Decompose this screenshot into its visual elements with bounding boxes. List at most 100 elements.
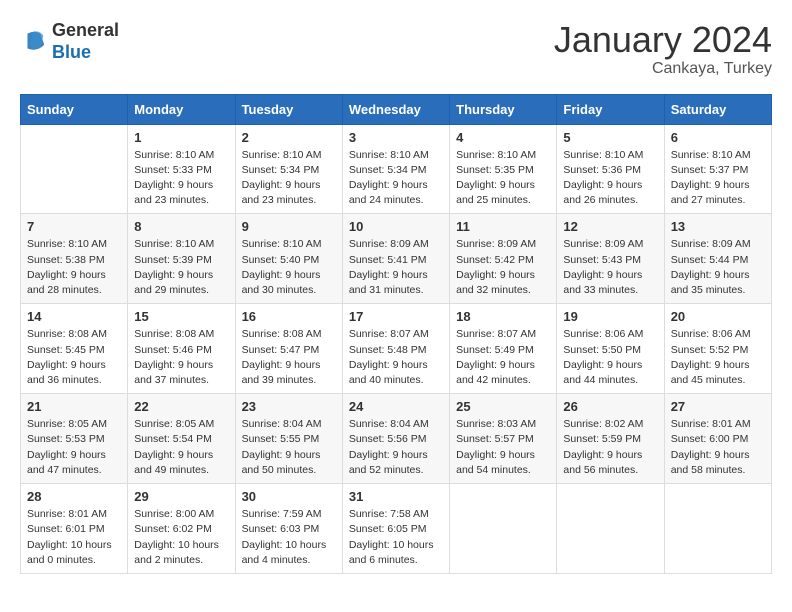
month-title: January 2024 xyxy=(554,20,772,60)
day-info: Sunrise: 8:10 AMSunset: 5:40 PMDaylight:… xyxy=(242,237,336,298)
day-info: Sunrise: 8:07 AMSunset: 5:48 PMDaylight:… xyxy=(349,327,443,388)
day-info: Sunrise: 8:01 AMSunset: 6:01 PMDaylight:… xyxy=(27,507,121,568)
calendar-cell: 16 Sunrise: 8:08 AMSunset: 5:47 PMDayligh… xyxy=(235,304,342,394)
calendar-cell: 29 Sunrise: 8:00 AMSunset: 6:02 PMDayligh… xyxy=(128,484,235,574)
calendar-cell: 5 Sunrise: 8:10 AMSunset: 5:36 PMDaylight… xyxy=(557,124,664,214)
calendar-cell: 26 Sunrise: 8:02 AMSunset: 5:59 PMDayligh… xyxy=(557,394,664,484)
day-info: Sunrise: 8:10 AMSunset: 5:38 PMDaylight:… xyxy=(27,237,121,298)
day-number: 28 xyxy=(27,489,121,504)
week-row-4: 21 Sunrise: 8:05 AMSunset: 5:53 PMDayligh… xyxy=(21,394,772,484)
calendar-cell: 20 Sunrise: 8:06 AMSunset: 5:52 PMDayligh… xyxy=(664,304,771,394)
day-number: 27 xyxy=(671,399,765,414)
day-info: Sunrise: 8:00 AMSunset: 6:02 PMDaylight:… xyxy=(134,507,228,568)
day-number: 30 xyxy=(242,489,336,504)
day-info: Sunrise: 7:59 AMSunset: 6:03 PMDaylight:… xyxy=(242,507,336,568)
week-row-3: 14Sunrise: 8:08 AMSunset: 5:45 PMDayligh… xyxy=(21,304,772,394)
calendar-cell: 31Sunrise: 7:58 AMSunset: 6:05 PMDayligh… xyxy=(342,484,449,574)
calendar-cell: 22 Sunrise: 8:05 AMSunset: 5:54 PMDayligh… xyxy=(128,394,235,484)
day-number: 1 xyxy=(134,130,228,145)
calendar-cell xyxy=(450,484,557,574)
day-info: Sunrise: 8:09 AMSunset: 5:41 PMDaylight:… xyxy=(349,237,443,298)
logo-icon xyxy=(20,28,48,56)
calendar-table: SundayMondayTuesdayWednesdayThursdayFrid… xyxy=(20,94,772,574)
weekday-header-monday: Monday xyxy=(128,94,235,124)
day-number: 11 xyxy=(456,219,550,234)
calendar-cell: 8 Sunrise: 8:10 AMSunset: 5:39 PMDaylight… xyxy=(128,214,235,304)
calendar-cell xyxy=(21,124,128,214)
day-number: 23 xyxy=(242,399,336,414)
weekday-header-thursday: Thursday xyxy=(450,94,557,124)
title-block: January 2024 Cankaya, Turkey xyxy=(554,20,772,78)
day-number: 13 xyxy=(671,219,765,234)
calendar-cell: 1 Sunrise: 8:10 AMSunset: 5:33 PMDaylight… xyxy=(128,124,235,214)
calendar-cell: 9 Sunrise: 8:10 AMSunset: 5:40 PMDaylight… xyxy=(235,214,342,304)
day-info: Sunrise: 8:05 AMSunset: 5:54 PMDaylight:… xyxy=(134,417,228,478)
day-info: Sunrise: 8:10 AMSunset: 5:35 PMDaylight:… xyxy=(456,148,550,209)
day-number: 22 xyxy=(134,399,228,414)
day-info: Sunrise: 8:03 AMSunset: 5:57 PMDaylight:… xyxy=(456,417,550,478)
day-info: Sunrise: 7:58 AMSunset: 6:05 PMDaylight:… xyxy=(349,507,443,568)
day-info: Sunrise: 8:10 AMSunset: 5:39 PMDaylight:… xyxy=(134,237,228,298)
day-number: 25 xyxy=(456,399,550,414)
calendar-cell: 3 Sunrise: 8:10 AMSunset: 5:34 PMDaylight… xyxy=(342,124,449,214)
day-number: 5 xyxy=(563,130,657,145)
day-info: Sunrise: 8:10 AMSunset: 5:34 PMDaylight:… xyxy=(349,148,443,209)
calendar-cell xyxy=(557,484,664,574)
calendar-cell: 17 Sunrise: 8:07 AMSunset: 5:48 PMDayligh… xyxy=(342,304,449,394)
day-number: 29 xyxy=(134,489,228,504)
day-info: Sunrise: 8:09 AMSunset: 5:44 PMDaylight:… xyxy=(671,237,765,298)
location-title: Cankaya, Turkey xyxy=(554,60,772,78)
day-info: Sunrise: 8:06 AMSunset: 5:50 PMDaylight:… xyxy=(563,327,657,388)
day-number: 16 xyxy=(242,309,336,324)
calendar-cell: 15Sunrise: 8:08 AMSunset: 5:46 PMDayligh… xyxy=(128,304,235,394)
calendar-cell: 6 Sunrise: 8:10 AMSunset: 5:37 PMDaylight… xyxy=(664,124,771,214)
calendar-cell: 23Sunrise: 8:04 AMSunset: 5:55 PMDayligh… xyxy=(235,394,342,484)
day-number: 6 xyxy=(671,130,765,145)
day-info: Sunrise: 8:10 AMSunset: 5:37 PMDaylight:… xyxy=(671,148,765,209)
day-number: 9 xyxy=(242,219,336,234)
day-info: Sunrise: 8:10 AMSunset: 5:36 PMDaylight:… xyxy=(563,148,657,209)
calendar-cell: 13 Sunrise: 8:09 AMSunset: 5:44 PMDayligh… xyxy=(664,214,771,304)
weekday-header-friday: Friday xyxy=(557,94,664,124)
day-number: 24 xyxy=(349,399,443,414)
calendar-cell: 28 Sunrise: 8:01 AMSunset: 6:01 PMDayligh… xyxy=(21,484,128,574)
day-info: Sunrise: 8:04 AMSunset: 5:56 PMDaylight:… xyxy=(349,417,443,478)
day-number: 15 xyxy=(134,309,228,324)
day-number: 26 xyxy=(563,399,657,414)
day-number: 20 xyxy=(671,309,765,324)
calendar-cell: 24 Sunrise: 8:04 AMSunset: 5:56 PMDayligh… xyxy=(342,394,449,484)
calendar-cell: 21 Sunrise: 8:05 AMSunset: 5:53 PMDayligh… xyxy=(21,394,128,484)
calendar-cell: 7 Sunrise: 8:10 AMSunset: 5:38 PMDaylight… xyxy=(21,214,128,304)
day-info: Sunrise: 8:10 AMSunset: 5:33 PMDaylight:… xyxy=(134,148,228,209)
day-info: Sunrise: 8:09 AMSunset: 5:43 PMDaylight:… xyxy=(563,237,657,298)
calendar-cell xyxy=(664,484,771,574)
day-number: 4 xyxy=(456,130,550,145)
day-number: 7 xyxy=(27,219,121,234)
weekday-header-sunday: Sunday xyxy=(21,94,128,124)
calendar-cell: 10Sunrise: 8:09 AMSunset: 5:41 PMDayligh… xyxy=(342,214,449,304)
day-number: 17 xyxy=(349,309,443,324)
day-number: 2 xyxy=(242,130,336,145)
calendar-cell: 14Sunrise: 8:08 AMSunset: 5:45 PMDayligh… xyxy=(21,304,128,394)
day-number: 3 xyxy=(349,130,443,145)
weekday-header-wednesday: Wednesday xyxy=(342,94,449,124)
calendar-cell: 4 Sunrise: 8:10 AMSunset: 5:35 PMDaylight… xyxy=(450,124,557,214)
day-info: Sunrise: 8:08 AMSunset: 5:45 PMDaylight:… xyxy=(27,327,121,388)
weekday-header-tuesday: Tuesday xyxy=(235,94,342,124)
weekday-header-row: SundayMondayTuesdayWednesdayThursdayFrid… xyxy=(21,94,772,124)
day-info: Sunrise: 8:06 AMSunset: 5:52 PMDaylight:… xyxy=(671,327,765,388)
day-info: Sunrise: 8:08 AMSunset: 5:47 PMDaylight:… xyxy=(242,327,336,388)
day-info: Sunrise: 8:01 AMSunset: 6:00 PMDaylight:… xyxy=(671,417,765,478)
day-info: Sunrise: 8:09 AMSunset: 5:42 PMDaylight:… xyxy=(456,237,550,298)
day-number: 19 xyxy=(563,309,657,324)
day-number: 8 xyxy=(134,219,228,234)
day-number: 21 xyxy=(27,399,121,414)
day-info: Sunrise: 8:02 AMSunset: 5:59 PMDaylight:… xyxy=(563,417,657,478)
calendar-cell: 2Sunrise: 8:10 AMSunset: 5:34 PMDaylight… xyxy=(235,124,342,214)
calendar-cell: 11 Sunrise: 8:09 AMSunset: 5:42 PMDayligh… xyxy=(450,214,557,304)
calendar-cell: 27 Sunrise: 8:01 AMSunset: 6:00 PMDayligh… xyxy=(664,394,771,484)
calendar-cell: 19 Sunrise: 8:06 AMSunset: 5:50 PMDayligh… xyxy=(557,304,664,394)
calendar-cell: 12Sunrise: 8:09 AMSunset: 5:43 PMDayligh… xyxy=(557,214,664,304)
day-info: Sunrise: 8:05 AMSunset: 5:53 PMDaylight:… xyxy=(27,417,121,478)
calendar-cell: 30 Sunrise: 7:59 AMSunset: 6:03 PMDayligh… xyxy=(235,484,342,574)
